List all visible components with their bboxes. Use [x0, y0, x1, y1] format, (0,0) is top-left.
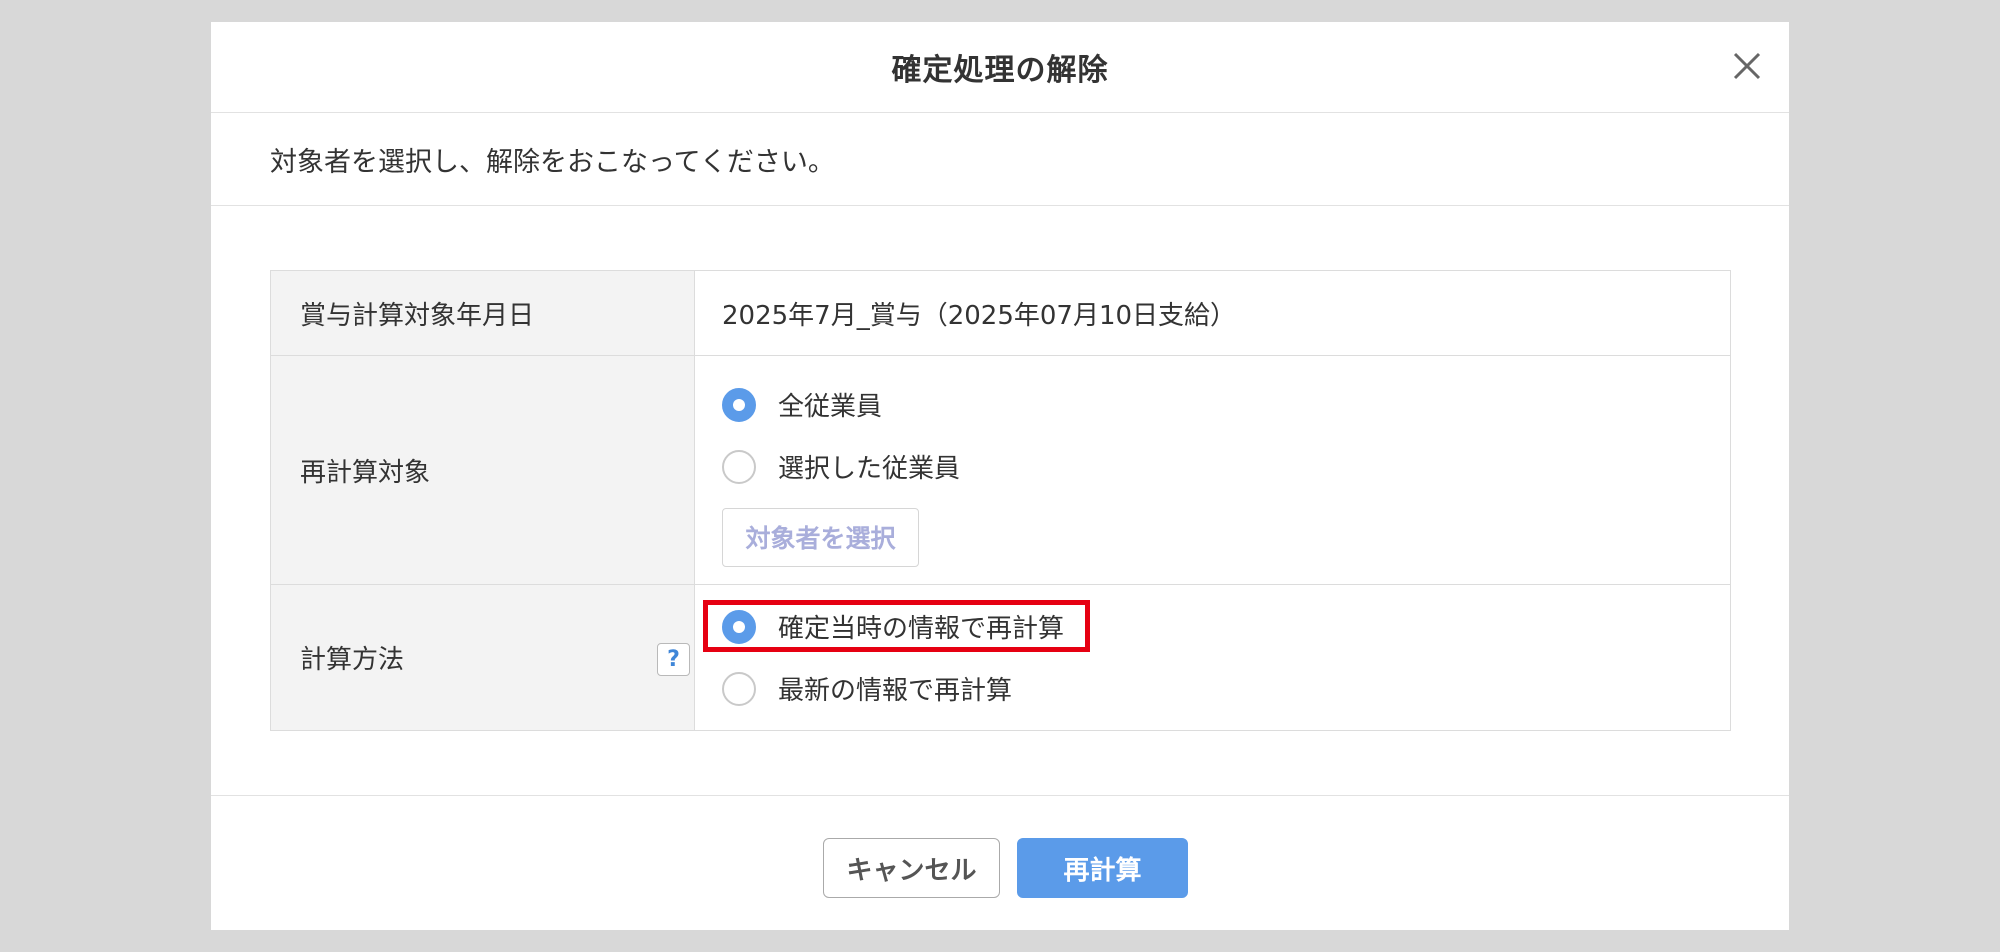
radio-all-employees[interactable]: 全従業員	[722, 374, 1730, 436]
recalc-target-label: 再計算対象	[271, 356, 695, 584]
radio-label: 最新の情報で再計算	[778, 676, 1013, 706]
dialog-footer: キャンセル 再計算	[211, 795, 1789, 930]
form-table: 賞与計算対象年月日 2025年7月_賞与（2025年07月10日支給） 再計算対…	[270, 270, 1731, 731]
radio-unchecked-icon[interactable]	[722, 671, 756, 706]
calc-method-label-cell: 計算方法 ?	[271, 585, 695, 730]
calc-method-label: 計算方法	[300, 645, 405, 675]
row-recalc-target: 再計算対象 全従業員 選択した従業員 対象者を選択	[271, 355, 1730, 584]
radio-label: 選択した従業員	[778, 454, 961, 484]
bonus-date-value: 2025年7月_賞与（2025年07月10日支給）	[722, 300, 1237, 331]
select-target-button[interactable]: 対象者を選択	[722, 507, 919, 567]
row-bonus-date: 賞与計算対象年月日 2025年7月_賞与（2025年07月10日支給）	[271, 271, 1730, 355]
radio-label: 全従業員	[778, 392, 883, 422]
close-icon[interactable]	[1727, 46, 1767, 86]
help-icon[interactable]: ?	[657, 643, 690, 676]
row-calc-method: 計算方法 ? 確定当時の情報で再計算 最新の情報で再計算	[271, 584, 1730, 730]
radio-selected-employees[interactable]: 選択した従業員	[722, 436, 1730, 498]
dialog: 確定処理の解除 対象者を選択し、解除をおこなってください。 賞与計算対象年月日 …	[211, 22, 1789, 930]
recalc-target-options: 全従業員 選択した従業員 対象者を選択	[695, 356, 1730, 584]
radio-unchecked-icon[interactable]	[722, 449, 756, 484]
dialog-title: 確定処理の解除	[891, 53, 1109, 88]
radio-label: 確定当時の情報で再計算	[778, 614, 1065, 644]
radio-checked-icon[interactable]	[722, 387, 756, 422]
calc-method-options: 確定当時の情報で再計算 最新の情報で再計算	[695, 585, 1730, 730]
dialog-description: 対象者を選択し、解除をおこなってください。	[211, 113, 1789, 206]
radio-recalc-latest-info[interactable]: 最新の情報で再計算	[722, 658, 1730, 720]
radio-recalc-confirmed-info[interactable]: 確定当時の情報で再計算	[722, 596, 1730, 658]
dialog-header: 確定処理の解除	[211, 22, 1789, 113]
bonus-date-label: 賞与計算対象年月日	[271, 271, 695, 355]
recalc-button[interactable]: 再計算	[1017, 838, 1188, 898]
cancel-button[interactable]: キャンセル	[823, 838, 1000, 898]
radio-checked-icon[interactable]	[722, 609, 756, 644]
